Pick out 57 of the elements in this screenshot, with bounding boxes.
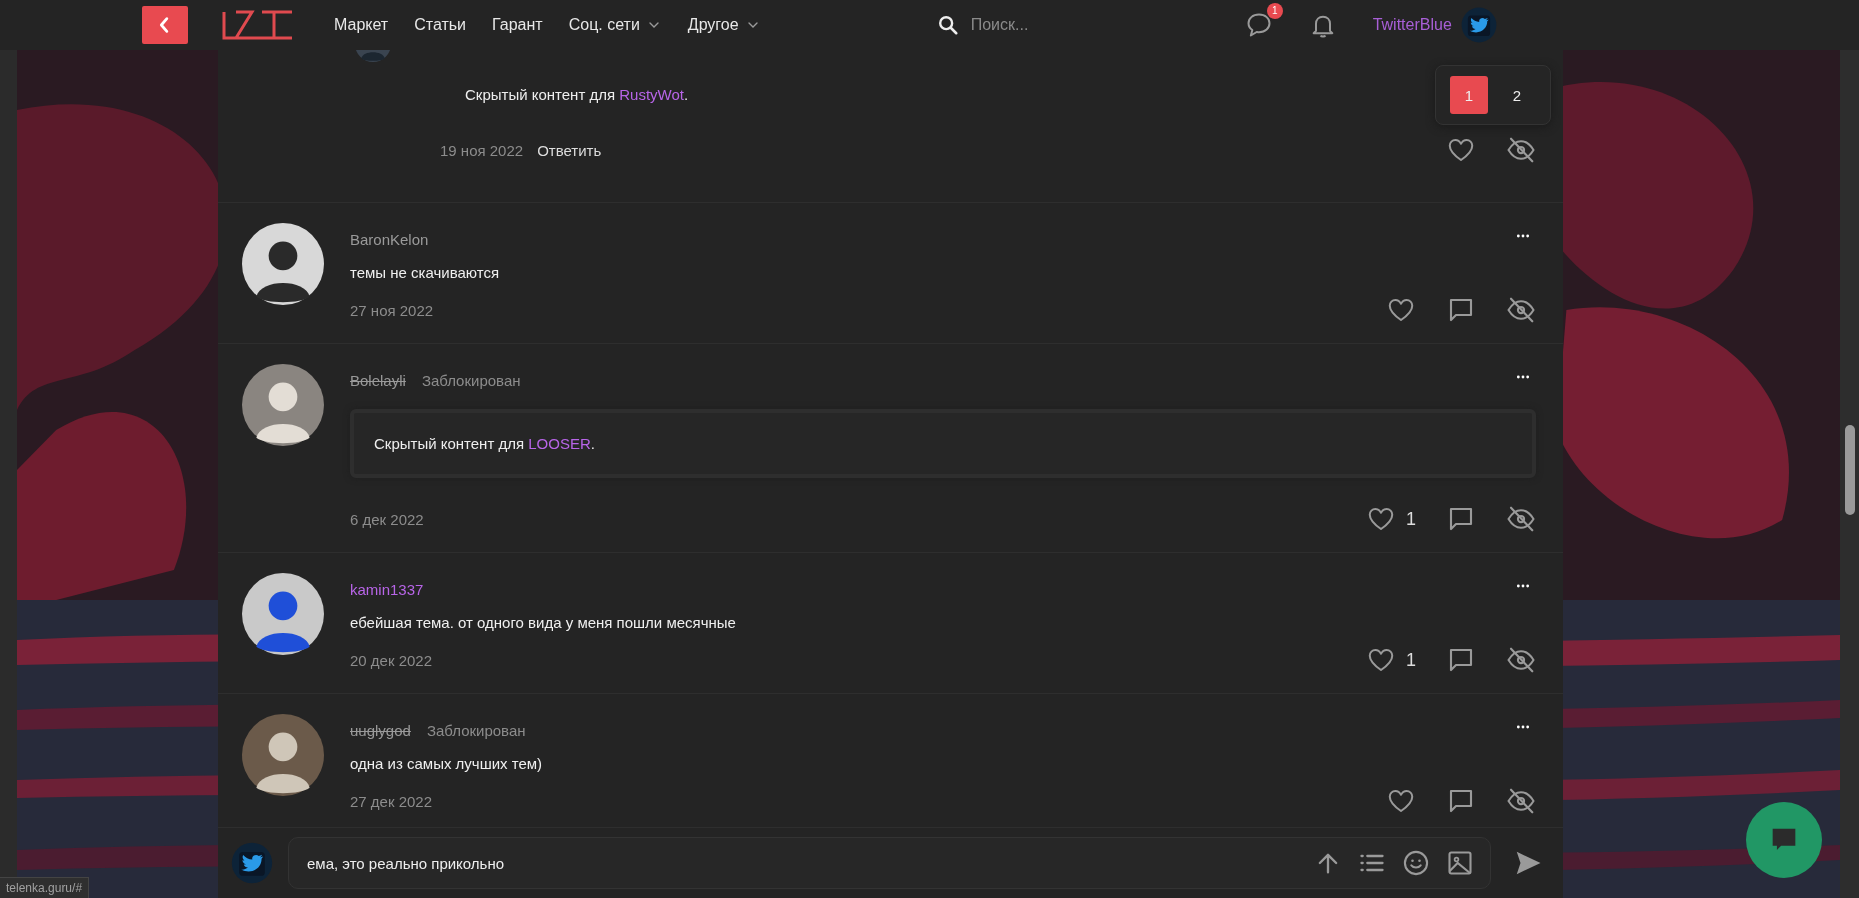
status-label: Заблокирован — [421, 371, 521, 389]
back-button[interactable] — [142, 6, 188, 44]
search-icon[interactable] — [936, 14, 959, 36]
author-name[interactable]: BaronKelon — [350, 230, 429, 248]
eye-off-icon — [1506, 295, 1536, 325]
messages-button[interactable]: 1 — [1244, 3, 1283, 39]
user-link[interactable]: RustyWot — [619, 86, 684, 103]
user-avatar[interactable] — [1459, 6, 1498, 44]
image-icon — [1446, 849, 1474, 877]
hide-button[interactable] — [1506, 786, 1536, 816]
comment-text: ебейшая тема. от одного вида у меня пошли месячные — [350, 614, 737, 631]
eye-off-icon — [1506, 786, 1536, 816]
avatar[interactable] — [242, 364, 324, 446]
nav-link[interactable]: Статьи — [414, 16, 467, 34]
username-link[interactable]: TwitterBlue — [1372, 16, 1452, 34]
author-name[interactable]: Bolelayli — [350, 371, 406, 389]
eye-off-icon — [1506, 645, 1536, 675]
nav-link[interactable]: Соц. сети — [568, 16, 662, 34]
hidden-content-text: Скрытый контент для LOOSER. — [374, 435, 596, 452]
eye-off-icon — [1506, 135, 1536, 165]
avatar[interactable] — [242, 714, 324, 796]
author-name[interactable]: kamin1337 — [350, 580, 424, 598]
logo[interactable] — [222, 10, 294, 40]
avatar[interactable] — [242, 573, 324, 655]
user-link[interactable]: LOOSER — [528, 435, 591, 452]
status-label: Заблокирован — [426, 721, 526, 739]
message-field[interactable]: ема, это реально прикольно — [305, 853, 1314, 873]
nav-link[interactable]: Маркет — [334, 16, 389, 34]
comment-date: 6 дек 2022 — [350, 510, 424, 528]
hide-button[interactable] — [1506, 295, 1536, 325]
status-url: telenka.guru/# — [0, 877, 90, 898]
smiley-icon — [1402, 849, 1430, 877]
comment-date: 27 ноя 2022 — [350, 301, 434, 319]
author-name[interactable]: uuglygod — [350, 721, 411, 739]
hide-button[interactable] — [1506, 504, 1536, 534]
scrollbar-thumb[interactable] — [1844, 425, 1855, 515]
emoji-button[interactable] — [1402, 849, 1430, 877]
like-button[interactable]: 1 — [1366, 504, 1416, 534]
comment-date: 20 дек 2022 — [350, 651, 433, 669]
hide-button[interactable] — [1506, 135, 1536, 165]
comment-text: темы не скачиваются — [350, 264, 501, 281]
avatar[interactable] — [242, 223, 324, 305]
like-button[interactable]: 1 — [1366, 645, 1416, 675]
composer-box[interactable]: ема, это реально прикольно — [288, 837, 1491, 889]
reply-link[interactable]: Ответить — [537, 141, 602, 159]
page-button[interactable]: 2 — [1498, 76, 1536, 114]
comment-date: 27 дек 2022 — [350, 792, 433, 810]
user-avatar[interactable] — [230, 841, 274, 885]
image-button[interactable] — [1446, 849, 1474, 877]
hide-button[interactable] — [1506, 645, 1536, 675]
comment-text: одна из самых лучших тем) — [350, 755, 544, 772]
eye-off-icon — [1506, 504, 1536, 534]
notification-badge: 1 — [1266, 3, 1283, 19]
search-field[interactable]: Поиск... — [968, 15, 1173, 35]
nav-link[interactable]: Другое — [687, 16, 761, 34]
comment-date: 19 ноя 2022 — [440, 141, 524, 159]
nav-link[interactable]: Гарант — [492, 16, 543, 34]
